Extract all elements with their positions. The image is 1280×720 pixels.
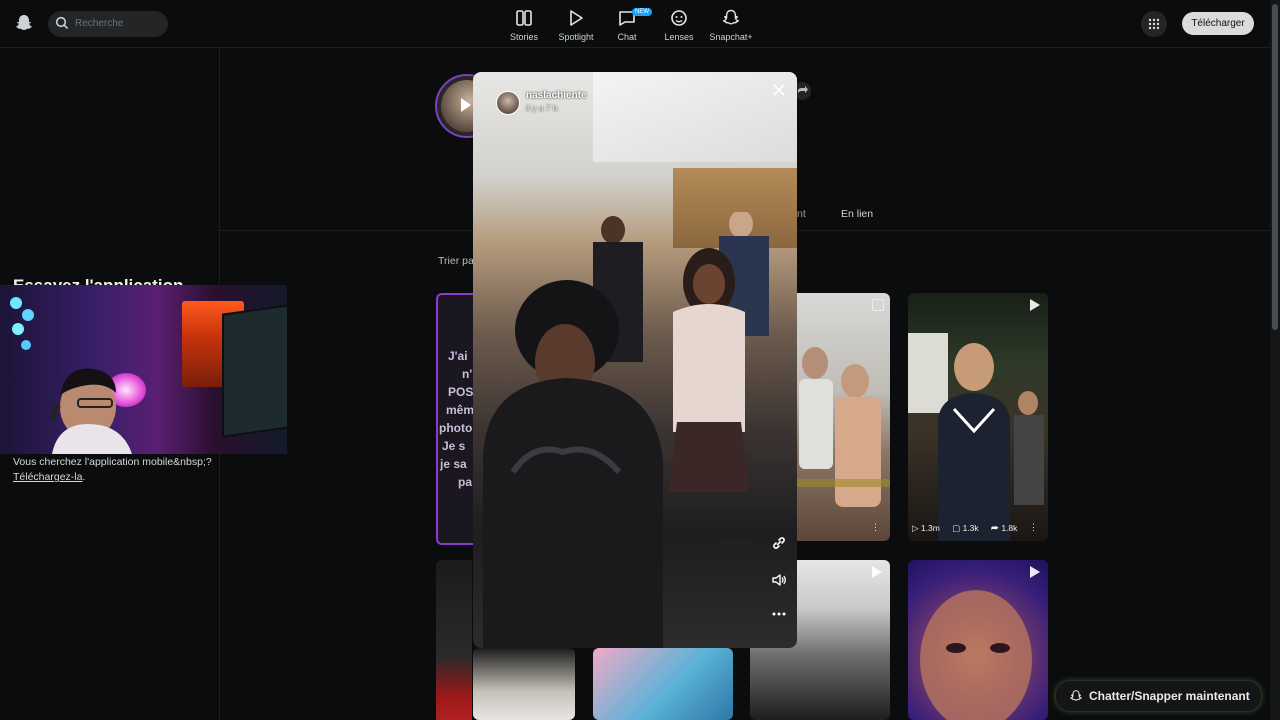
- story-background-image: [593, 72, 797, 162]
- story-thumbnail-image: [797, 347, 890, 507]
- text-card-line: J'ai: [448, 349, 468, 363]
- snapchat-ghost-logo-icon[interactable]: [14, 13, 34, 33]
- search-placeholder[interactable]: Recherche: [75, 18, 123, 29]
- app-download-prompt: Vous cherchez l'application mobile&nbsp;…: [13, 455, 213, 485]
- top-navigation-bar: Recherche Stories Spotlight NEW Chat Len…: [0, 0, 1270, 48]
- volume-icon: [772, 574, 786, 586]
- app-download-text-end: .: [82, 471, 86, 483]
- text-card-line: n': [462, 367, 473, 381]
- text-card-line: Je s: [442, 439, 466, 453]
- story-card[interactable]: ▷ 1.3m ▢ 1.3k ⮫ 1.8k ⋮: [908, 293, 1048, 541]
- viewer-timestamp: il y a 7 h: [526, 103, 558, 113]
- new-badge: NEW: [632, 8, 652, 16]
- viewer-user-avatar[interactable]: [496, 91, 520, 115]
- stories-icon: [516, 10, 532, 26]
- text-card-line: photo: [439, 421, 473, 435]
- multi-snap-icon: [872, 299, 884, 311]
- ghost-plus-icon: [722, 9, 740, 25]
- download-button[interactable]: Télécharger: [1182, 12, 1254, 35]
- nav-lenses[interactable]: Lenses: [651, 8, 707, 42]
- card-more-icon[interactable]: ⋮: [1029, 522, 1038, 533]
- close-icon: [773, 84, 785, 96]
- shares-count: ⮫ 1.8k: [991, 523, 1018, 533]
- nav-stories-label: Stories: [509, 32, 538, 42]
- story-video-frame-image: [483, 212, 769, 648]
- monitor-image: [222, 304, 287, 438]
- viewer-username[interactable]: naslachiente: [526, 90, 587, 101]
- app-download-text: Vous cherchez l'application mobile&nbsp;…: [13, 456, 212, 468]
- lenses-icon: [671, 10, 687, 26]
- close-viewer-button[interactable]: [769, 81, 789, 101]
- play-icon: [1030, 566, 1040, 578]
- text-story-card[interactable]: J'ai n' POS mêm photo Je s je sa pa: [436, 293, 474, 545]
- text-card-line: pa: [458, 475, 473, 489]
- nav-chat[interactable]: NEW Chat: [599, 8, 655, 42]
- link-icon: [773, 537, 785, 549]
- play-icon: [872, 566, 882, 578]
- chat-snap-now-label: Chatter/Snapper maintenant: [1089, 689, 1250, 703]
- card-more-icon[interactable]: ⋮: [871, 522, 880, 533]
- story-card[interactable]: [473, 648, 575, 720]
- apps-menu-button[interactable]: [1141, 11, 1167, 37]
- story-card[interactable]: [908, 560, 1048, 720]
- play-icon: [461, 98, 471, 112]
- grid-icon: [1148, 18, 1160, 30]
- nav-snapchat-plus-label: Snapchat+: [709, 32, 753, 42]
- story-card[interactable]: ⋮: [797, 293, 890, 541]
- story-viewer[interactable]: naslachiente il y a 7 h: [473, 72, 797, 648]
- more-dots-icon: [772, 612, 786, 616]
- play-icon: [1030, 299, 1040, 311]
- search-box[interactable]: Recherche: [48, 11, 168, 37]
- nav-stories[interactable]: Stories: [496, 8, 552, 42]
- story-thumbnail-image: [908, 333, 1044, 541]
- sort-label[interactable]: Trier pa: [438, 255, 474, 267]
- text-card-line: mêm: [446, 403, 474, 417]
- mute-toggle-button[interactable]: [769, 572, 789, 592]
- story-card[interactable]: [593, 648, 733, 720]
- text-card-line: je sa: [440, 457, 467, 471]
- text-card-line: POS: [448, 385, 474, 399]
- nav-lenses-label: Lenses: [664, 32, 694, 42]
- tab-partial-label[interactable]: nt: [797, 208, 806, 220]
- views-count: ▷ 1.3m: [912, 523, 940, 533]
- webcam-overlay: [0, 285, 287, 454]
- comments-count: ▢ 1.3k: [952, 523, 979, 533]
- scrollbar-thumb[interactable]: [1272, 4, 1278, 330]
- streamer-image: [51, 368, 132, 454]
- search-icon: [55, 16, 69, 30]
- copy-link-button[interactable]: [769, 535, 789, 555]
- page-scrollbar[interactable]: [1270, 0, 1280, 720]
- nav-spotlight[interactable]: Spotlight: [548, 8, 604, 42]
- ghost-icon: [1070, 690, 1082, 701]
- download-app-link[interactable]: Téléchargez-la: [13, 471, 82, 483]
- play-icon: [570, 10, 583, 26]
- tab-en-lien[interactable]: En lien: [841, 208, 873, 220]
- more-options-button[interactable]: [769, 606, 789, 626]
- nav-spotlight-label: Spotlight: [558, 32, 594, 42]
- story-thumbnail-image: [920, 590, 1032, 720]
- nav-chat-label: Chat: [617, 32, 637, 42]
- chat-snap-now-button[interactable]: Chatter/Snapper maintenant: [1055, 680, 1262, 712]
- nav-snapchat-plus[interactable]: Snapchat+: [703, 8, 759, 42]
- card-stats: ▷ 1.3m ▢ 1.3k ⮫ 1.8k: [912, 523, 1027, 534]
- story-card[interactable]: [436, 560, 472, 720]
